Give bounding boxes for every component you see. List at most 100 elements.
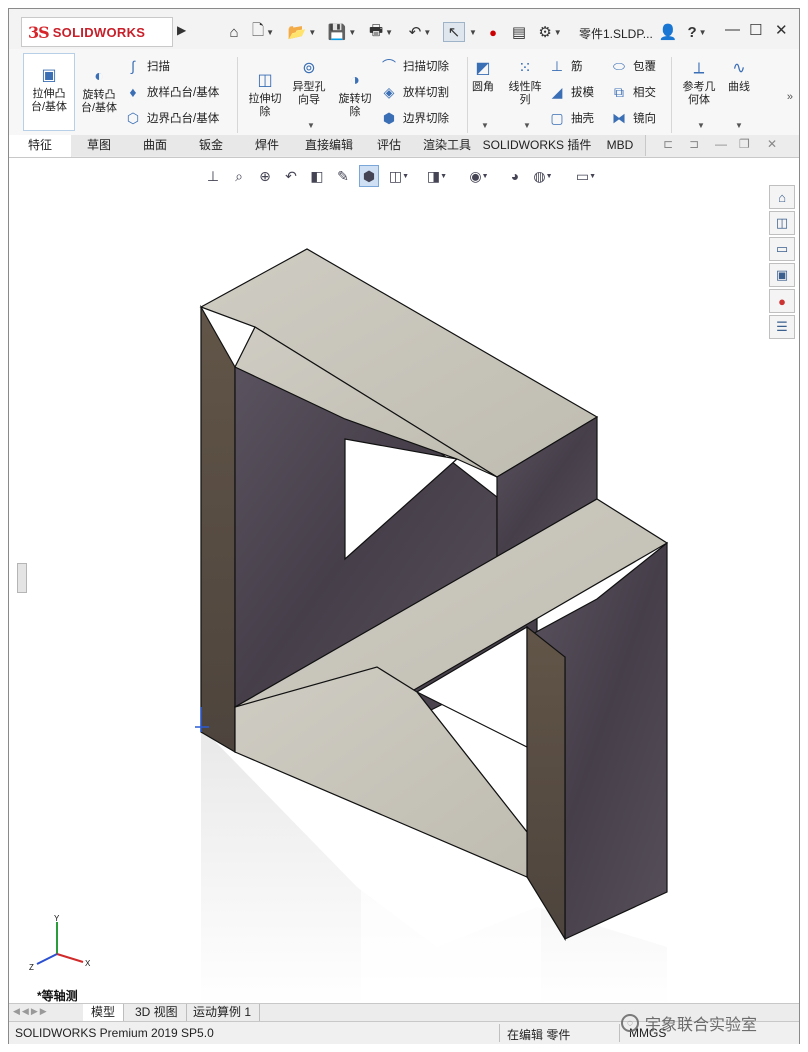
- boundary-boss-label: 边界凸台/基体: [147, 113, 220, 125]
- shell-label: 抽壳: [571, 113, 594, 125]
- select-icon[interactable]: ↖: [443, 22, 465, 42]
- command-manager-tabs: 特征 草图 曲面 钣金 焊件 直接编辑 评估 渲染工具 SOLIDWORKS 插…: [9, 135, 799, 158]
- upper-left-side: [200, 304, 236, 754]
- close-button[interactable]: ✕: [775, 21, 788, 39]
- pane-left-icon[interactable]: ⊏: [663, 137, 673, 151]
- new-document-icon[interactable]: 🗋 ▼: [249, 22, 277, 42]
- document-title: 零件1.SLDP...: [579, 27, 653, 41]
- intersect-icon: ⧉: [614, 83, 624, 100]
- sweep-button[interactable]: ∫ 扫描: [125, 57, 170, 75]
- shell-icon: ▢: [550, 109, 564, 126]
- revolve-boss-button[interactable]: ◐ 旋转凸 台/基体: [73, 67, 125, 115]
- view-cube-icon[interactable]: ⬢: [359, 165, 379, 187]
- tab-render-tools[interactable]: 渲染工具: [415, 135, 480, 156]
- sweep-label: 扫描: [147, 61, 170, 73]
- zoom-to-fit-icon[interactable]: ⌕: [229, 165, 249, 187]
- tab-surfaces[interactable]: 曲面: [127, 135, 184, 156]
- tab-solidworks-addins[interactable]: SOLIDWORKS 插件: [479, 135, 596, 156]
- file-properties-icon[interactable]: ▤: [509, 22, 529, 42]
- linear-pattern-dropdown-icon[interactable]: ▼: [523, 121, 531, 130]
- wechat-icon: ◌: [621, 1014, 639, 1032]
- options-icon[interactable]: ⚙ ▼: [535, 22, 565, 42]
- reference-geometry-dropdown-icon[interactable]: ▼: [697, 121, 705, 130]
- swept-cut-button[interactable]: ⌒ 扫描切除: [381, 57, 449, 75]
- boundary-cut-button[interactable]: ⬢ 边界切除: [381, 109, 449, 127]
- undo-icon[interactable]: ↶ ▼: [405, 22, 435, 42]
- hole-wizard-button[interactable]: ⊚ 异型孔 向导: [283, 59, 335, 107]
- restore-button[interactable]: ☐: [749, 21, 762, 39]
- wrap-icon: ⬭: [613, 57, 625, 74]
- rebuild-icon[interactable]: ●: [485, 22, 501, 42]
- revolve-cut-button[interactable]: ◑ 旋转切 除: [329, 71, 381, 119]
- appearance-icon[interactable]: ◕: [505, 165, 525, 187]
- tab-motion-study[interactable]: 运动算例 1: [185, 1004, 261, 1021]
- extrude-boss-icon: ▣: [41, 67, 57, 84]
- draft-button[interactable]: ◢ 拔模: [549, 83, 594, 101]
- revolve-cut-label: 旋转切 除: [338, 93, 372, 118]
- open-icon[interactable]: 📂 ▼: [287, 22, 317, 42]
- lofted-cut-icon: ◈: [383, 83, 395, 100]
- view-orientation-icon[interactable]: ⊥: [203, 165, 223, 187]
- print-icon[interactable]: 🖶 ▼: [365, 22, 397, 42]
- lofted-cut-button[interactable]: ◈ 放样切割: [381, 83, 449, 101]
- dynamic-annotation-icon[interactable]: ✎: [333, 165, 353, 187]
- save-icon[interactable]: 💾 ▼: [327, 22, 357, 42]
- pane-minimize-icon[interactable]: —: [715, 137, 727, 151]
- curves-label: 曲线: [728, 81, 750, 93]
- hide-show-icon[interactable]: ◨ ▼: [423, 165, 451, 187]
- tab-features[interactable]: 特征: [9, 135, 72, 157]
- chevron-right-icon[interactable]: »: [787, 91, 793, 103]
- minimize-button[interactable]: —: [725, 21, 740, 38]
- visibility-icon[interactable]: ◉ ▼: [465, 165, 493, 187]
- linear-pattern-button[interactable]: ⁙ 线性阵 列: [499, 59, 551, 107]
- rib-label: 筋: [571, 61, 583, 73]
- extrude-boss-button[interactable]: ▣ 拉伸凸 台/基体: [23, 53, 75, 131]
- curves-dropdown-icon[interactable]: ▼: [735, 121, 743, 130]
- menu-expand-icon[interactable]: ▶: [177, 23, 186, 37]
- previous-view-icon[interactable]: ↶: [281, 165, 301, 187]
- tab-mbd[interactable]: MBD: [595, 135, 646, 156]
- model-3d-view: [195, 248, 669, 1007]
- pane-close-icon[interactable]: ✕: [767, 137, 777, 151]
- tab-scroll-icon[interactable]: ◀◀▶▶: [13, 1006, 49, 1017]
- mirror-button[interactable]: ⧓ 镜向: [611, 109, 656, 127]
- help-icon: ?: [687, 23, 697, 41]
- display-style-icon[interactable]: ◫ ▼: [385, 165, 413, 187]
- solidworks-window: 3S SOLIDWORKS ▶ ⌂ 🗋 ▼ 📂 ▼ 💾 ▼ 🖶 ▼ ↶ ▼ ↖ ▼ ● ▤…: [8, 8, 800, 1044]
- tab-evaluate[interactable]: 评估: [363, 135, 416, 156]
- shell-button[interactable]: ▢ 抽壳: [549, 109, 594, 127]
- tab-weldments[interactable]: 焊件: [239, 135, 296, 156]
- hole-wizard-dropdown-icon[interactable]: ▼: [307, 121, 315, 130]
- tab-sheet-metal[interactable]: 钣金: [183, 135, 240, 156]
- select-dropdown-icon[interactable]: ▼: [467, 22, 477, 42]
- tab-sketch[interactable]: 草图: [71, 135, 128, 156]
- zoom-to-area-icon[interactable]: ⊕: [255, 165, 275, 187]
- view-settings-icon[interactable]: ▭ ▼: [571, 165, 601, 187]
- tab-model[interactable]: 模型: [83, 1004, 125, 1021]
- wrap-label: 包覆: [633, 61, 656, 73]
- revolve-cut-icon: ◑: [350, 72, 360, 89]
- loft-boss-button[interactable]: ♦ 放样凸台/基体: [125, 83, 219, 101]
- intersect-button[interactable]: ⧉ 相交: [611, 83, 656, 101]
- help-button[interactable]: ? ▼: [683, 22, 711, 42]
- wrap-button[interactable]: ⬭ 包覆: [611, 57, 656, 75]
- user-icon[interactable]: 👤: [659, 22, 678, 42]
- pane-restore-icon[interactable]: ❐: [739, 137, 750, 151]
- coordinate-triad: Y X Z: [27, 914, 97, 974]
- fillet-dropdown-icon[interactable]: ▼: [481, 121, 489, 130]
- home-icon[interactable]: ⌂: [223, 22, 245, 42]
- triad-x-axis: [56, 953, 84, 963]
- triad-x-label: X: [85, 959, 91, 968]
- section-view-icon[interactable]: ◧: [307, 165, 327, 187]
- rib-button[interactable]: ⊥ 筋: [549, 57, 583, 75]
- tab-direct-editing[interactable]: 直接编辑: [295, 135, 364, 156]
- tab-3d-views[interactable]: 3D 视图: [127, 1004, 187, 1021]
- draft-icon: ◢: [551, 83, 563, 100]
- graphics-area[interactable]: [17, 187, 777, 1007]
- curves-button[interactable]: ∿ 曲线: [713, 59, 765, 94]
- solidworks-logo[interactable]: 3S SOLIDWORKS: [21, 17, 173, 47]
- pane-right-icon[interactable]: ⊐: [689, 137, 699, 151]
- reference-geometry-icon: ⟂: [693, 60, 705, 77]
- scene-icon[interactable]: ◍ ▼: [529, 165, 557, 187]
- boundary-boss-button[interactable]: ⬡ 边界凸台/基体: [125, 109, 219, 127]
